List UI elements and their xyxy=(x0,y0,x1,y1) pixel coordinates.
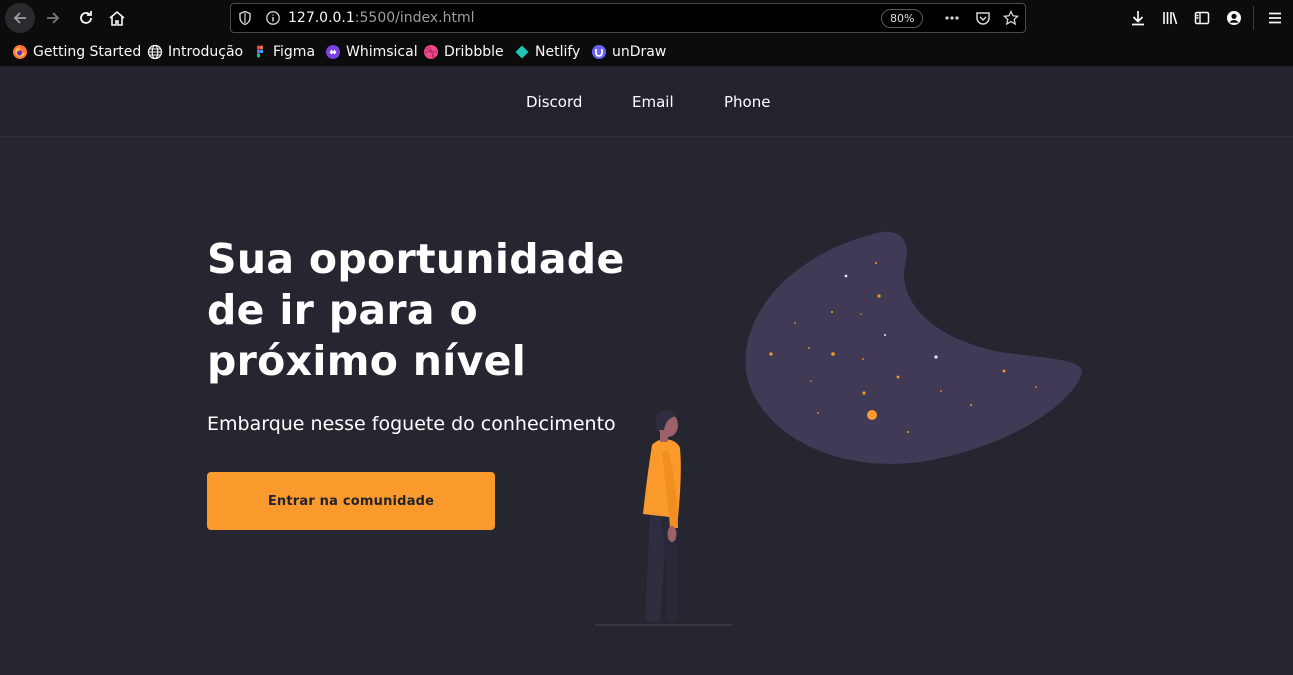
person-figure xyxy=(643,410,681,622)
zoom-indicator[interactable]: 80% xyxy=(881,9,924,28)
nav-link-discord[interactable]: Discord xyxy=(526,93,582,111)
bookmark-dribbble[interactable]: Dribbble xyxy=(423,43,504,61)
back-button[interactable] xyxy=(5,3,35,33)
reload-icon xyxy=(80,11,92,24)
reload-button[interactable] xyxy=(71,4,101,32)
bookmark-label: Dribbble xyxy=(444,44,504,60)
bookmark-label: Introdução xyxy=(168,44,244,60)
bookmark-label: Netlify xyxy=(535,44,581,60)
sky-blob xyxy=(745,231,1082,464)
bookmarks-toolbar: Getting Started Introdução Figma Whimsic… xyxy=(0,36,1293,67)
firefox-icon xyxy=(12,44,28,60)
bookmark-label: Figma xyxy=(273,44,316,60)
download-icon xyxy=(1132,11,1144,26)
page-actions-icon[interactable] xyxy=(944,10,960,26)
dribbble-icon xyxy=(423,44,439,60)
bookmark-netlify[interactable]: Netlify xyxy=(514,43,580,61)
info-icon[interactable] xyxy=(265,10,281,26)
bookmark-whimsical[interactable]: Whimsical xyxy=(325,43,418,61)
downloads-button[interactable] xyxy=(1123,4,1153,32)
bookmark-label: Getting Started xyxy=(33,44,142,60)
sidebar-button[interactable] xyxy=(1187,4,1217,32)
hero-subtitle: Embarque nesse foguete do conhecimento xyxy=(207,413,616,435)
url-bar[interactable]: 127.0.0.1:5500/index.html 80% xyxy=(230,3,1026,33)
bookmark-star-icon[interactable] xyxy=(1002,9,1020,26)
forward-button[interactable] xyxy=(38,4,68,32)
bookmark-label: unDraw xyxy=(612,44,667,60)
site-header: Discord Email Phone xyxy=(0,67,1293,137)
menu-button[interactable] xyxy=(1260,4,1290,32)
toolbar-divider xyxy=(1253,6,1254,30)
sidebar-icon xyxy=(1194,11,1210,25)
join-community-button[interactable]: Entrar na comunidade xyxy=(207,472,495,530)
bookmark-undraw[interactable]: unDraw xyxy=(591,43,666,61)
bookmark-getting-started[interactable]: Getting Started xyxy=(12,43,141,61)
shield-icon[interactable] xyxy=(237,10,253,26)
netlify-icon xyxy=(514,44,530,60)
whimsical-icon xyxy=(325,44,341,60)
home-icon xyxy=(109,10,125,26)
url-host: 127.0.0.1 xyxy=(288,10,355,26)
library-icon xyxy=(1163,12,1178,25)
account-button[interactable] xyxy=(1219,4,1249,32)
nav-link-phone[interactable]: Phone xyxy=(724,93,770,111)
home-button[interactable] xyxy=(102,4,132,32)
nav-link-email[interactable]: Email xyxy=(632,93,674,111)
arrow-left-icon xyxy=(13,12,26,24)
pocket-icon[interactable] xyxy=(975,10,991,26)
bookmark-introducao[interactable]: Introdução xyxy=(147,43,243,61)
browser-toolbar: 127.0.0.1:5500/index.html 80% xyxy=(0,0,1293,36)
url-path: :5500/index.html xyxy=(354,10,475,26)
figma-icon xyxy=(252,44,268,60)
globe-icon xyxy=(147,44,163,60)
hero-illustration xyxy=(595,231,1082,626)
hamburger-menu-icon xyxy=(1269,12,1281,24)
undraw-icon xyxy=(591,44,607,60)
url-text[interactable]: 127.0.0.1:5500/index.html xyxy=(288,10,475,26)
arrow-right-icon xyxy=(47,12,60,24)
bookmark-figma[interactable]: Figma xyxy=(252,43,315,61)
account-icon xyxy=(1227,11,1241,25)
library-button[interactable] xyxy=(1155,4,1185,32)
bookmark-label: Whimsical xyxy=(346,44,418,60)
